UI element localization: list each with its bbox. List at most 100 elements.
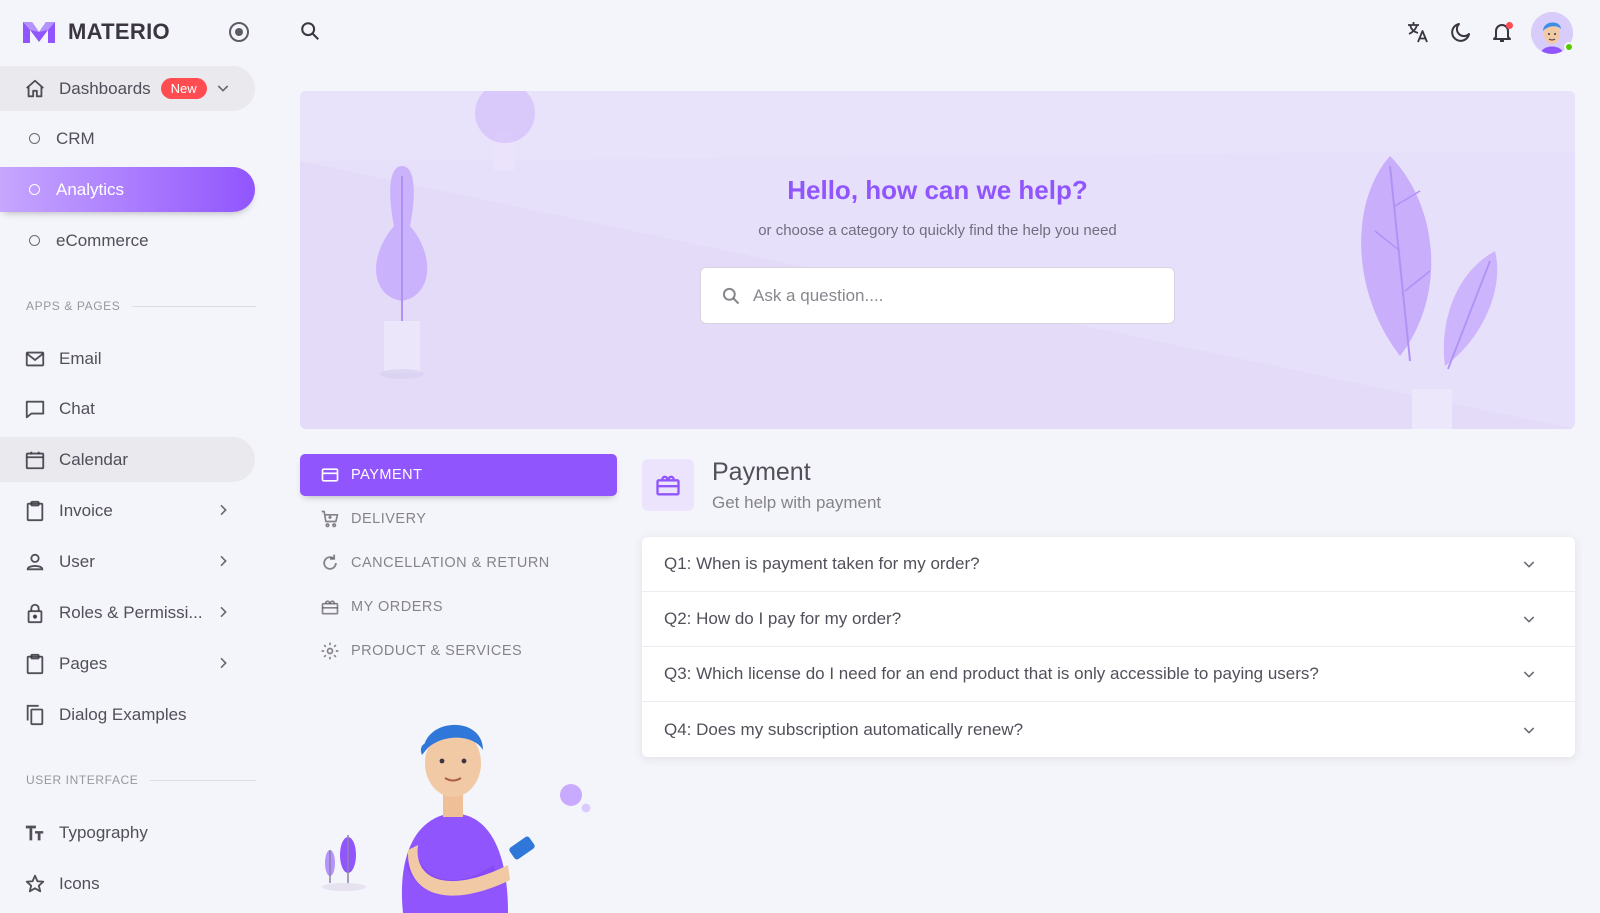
sidebar: MATERIO Dashboards New CRM Analytics eCo… xyxy=(0,0,260,913)
online-status-dot xyxy=(1564,42,1574,52)
tab-my-orders[interactable]: MY ORDERS xyxy=(300,586,617,628)
tab-label: DELIVERY xyxy=(351,511,427,527)
chevron-down-icon xyxy=(215,80,231,96)
refresh-icon xyxy=(320,553,340,573)
sidebar-item-label: Calendar xyxy=(59,449,128,469)
person-with-phone-illustration xyxy=(322,724,591,913)
search-icon[interactable] xyxy=(299,20,321,42)
notification-dot xyxy=(1506,22,1513,29)
hero-title: Hello, how can we help? xyxy=(787,175,1088,205)
pages-icon xyxy=(24,653,46,675)
logo-icon xyxy=(23,22,55,43)
help-search-input[interactable] xyxy=(753,285,1153,306)
tab-payment[interactable]: PAYMENT xyxy=(300,454,617,496)
sidebar-item-label: eCommerce xyxy=(56,230,149,250)
faq-question[interactable]: Q3: Which license do I need for an end p… xyxy=(642,647,1575,702)
section-title-apps: APPS & PAGES xyxy=(26,299,256,313)
chevron-right-icon xyxy=(215,604,231,620)
sidebar-item-label: User xyxy=(59,551,95,571)
chevron-down-icon xyxy=(1521,722,1537,738)
chevron-right-icon xyxy=(215,553,231,569)
circle-icon xyxy=(29,133,40,144)
search-icon xyxy=(721,286,741,306)
settings-icon xyxy=(320,641,340,661)
faq-question-text: Q1: When is payment taken for my order? xyxy=(664,554,980,573)
faq-question[interactable]: Q2: How do I pay for my order? xyxy=(642,592,1575,647)
sidebar-item-dashboards[interactable]: Dashboards New xyxy=(0,66,255,111)
faq-accordion: Q1: When is payment taken for my order? … xyxy=(642,537,1575,757)
sidebar-item-invoice[interactable]: Invoice xyxy=(0,488,255,533)
help-hero: Hello, how can we help? or choose a cate… xyxy=(300,91,1575,429)
email-icon xyxy=(24,348,46,370)
credit-card-icon xyxy=(320,465,340,485)
sidebar-item-label: Typography xyxy=(59,822,148,842)
calendar-icon xyxy=(24,449,46,471)
faq-question-text: Q2: How do I pay for my order? xyxy=(664,609,902,628)
sidebar-item-label: Dialog Examples xyxy=(59,704,187,724)
sidebar-item-icons[interactable]: Icons xyxy=(0,861,255,906)
faq-question[interactable]: Q4: Does my subscription automatically r… xyxy=(642,702,1575,757)
star-icon xyxy=(24,873,46,895)
hero-decoration xyxy=(300,91,1575,429)
sidebar-item-crm[interactable]: CRM xyxy=(0,116,255,161)
faq-category-tabs: PAYMENT DELIVERY CANCELLATION & RETURN M… xyxy=(300,454,617,674)
typography-icon xyxy=(24,822,46,844)
sidebar-item-chat[interactable]: Chat xyxy=(0,386,255,431)
brand[interactable]: MATERIO xyxy=(22,16,170,48)
circle-icon xyxy=(29,235,40,246)
sidebar-item-label: CRM xyxy=(56,128,95,148)
translate-icon[interactable] xyxy=(1406,20,1430,44)
chevron-down-icon xyxy=(1521,556,1537,572)
sidebar-item-label: Pages xyxy=(59,653,108,673)
copy-icon xyxy=(24,704,46,726)
chevron-right-icon xyxy=(215,502,231,518)
faq-title: Payment xyxy=(712,458,811,486)
chevron-down-icon xyxy=(1521,666,1537,682)
faq-question-text: Q3: Which license do I need for an end p… xyxy=(664,664,1319,683)
archive-icon xyxy=(642,459,694,511)
sidebar-item-label: Chat xyxy=(59,398,95,418)
sidebar-item-email[interactable]: Email xyxy=(0,336,255,381)
cart-icon xyxy=(320,509,340,529)
sidebar-item-user[interactable]: User xyxy=(0,539,255,584)
faq-question-text: Q4: Does my subscription automatically r… xyxy=(664,719,1024,739)
chevron-right-icon xyxy=(215,655,231,671)
help-search-box[interactable] xyxy=(700,267,1175,324)
faq-header: Payment Get help with payment xyxy=(642,457,881,513)
tab-label: PRODUCT & SERVICES xyxy=(351,643,523,659)
sidebar-item-analytics[interactable]: Analytics xyxy=(0,167,255,212)
faq-question[interactable]: Q1: When is payment taken for my order? xyxy=(642,537,1575,592)
sidebar-item-typography[interactable]: Typography xyxy=(0,810,255,855)
sidebar-item-calendar[interactable]: Calendar xyxy=(0,437,255,482)
tab-delivery[interactable]: DELIVERY xyxy=(300,498,617,540)
invoice-icon xyxy=(24,500,46,522)
sidebar-item-label: Icons xyxy=(59,873,100,893)
sidebar-item-pages[interactable]: Pages xyxy=(0,641,255,686)
hero-subtitle: or choose a category to quickly find the… xyxy=(758,222,1117,239)
user-icon xyxy=(24,551,46,573)
sidebar-item-label: Dashboards xyxy=(59,78,151,98)
faq-subtitle: Get help with payment xyxy=(712,493,882,512)
brand-name: MATERIO xyxy=(68,19,170,44)
tab-product-services[interactable]: PRODUCT & SERVICES xyxy=(300,630,617,672)
moon-icon[interactable] xyxy=(1449,20,1473,44)
lock-icon xyxy=(24,602,46,624)
sidebar-item-label: Email xyxy=(59,348,102,368)
chat-icon xyxy=(24,398,46,420)
section-title-ui: USER INTERFACE xyxy=(26,773,256,787)
tab-label: PAYMENT xyxy=(351,467,423,483)
sidebar-item-label: Invoice xyxy=(59,500,113,520)
sidebar-item-label: Analytics xyxy=(56,179,125,199)
sidebar-item-ecommerce[interactable]: eCommerce xyxy=(0,218,255,263)
tab-label: CANCELLATION & RETURN xyxy=(351,555,550,571)
sidebar-item-dialog-examples[interactable]: Dialog Examples xyxy=(0,692,255,737)
sidebar-collapse-toggle[interactable] xyxy=(229,22,249,42)
home-icon xyxy=(24,78,46,100)
tab-label: MY ORDERS xyxy=(351,599,444,615)
circle-icon xyxy=(29,184,40,195)
tab-cancellation-return[interactable]: CANCELLATION & RETURN xyxy=(300,542,617,584)
chevron-down-icon xyxy=(1521,611,1537,627)
sidebar-item-roles[interactable]: Roles & Permissi... xyxy=(0,590,255,635)
archive-icon xyxy=(320,597,340,617)
new-badge: New xyxy=(160,78,207,99)
